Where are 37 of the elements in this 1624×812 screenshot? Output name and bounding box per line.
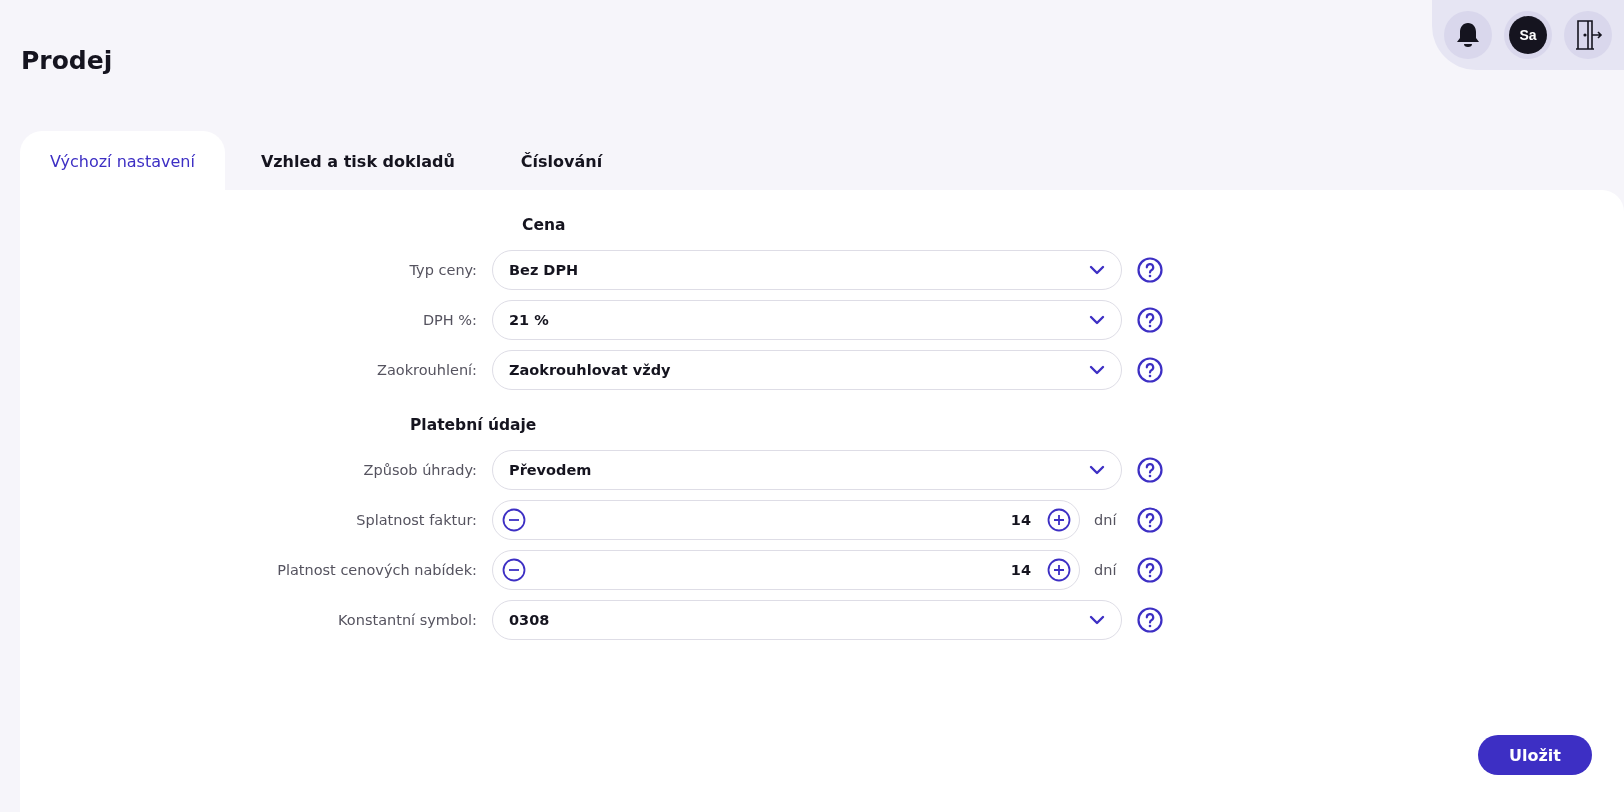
- help-icon[interactable]: [1137, 507, 1163, 533]
- unit-label: dní: [1094, 562, 1117, 578]
- help-icon[interactable]: [1137, 457, 1163, 483]
- help-icon[interactable]: [1137, 607, 1163, 633]
- bell-icon: [1455, 21, 1481, 49]
- chevron-down-icon: [1089, 615, 1105, 625]
- field-label: Způsob úhrady:: [362, 462, 478, 478]
- field-label: Konstantní symbol:: [337, 612, 478, 628]
- tab[interactable]: Vzhled a tisk dokladů: [230, 131, 485, 191]
- unit-label: dní: [1094, 512, 1117, 528]
- logout-button[interactable]: [1564, 11, 1612, 59]
- field-label: Platnost cenových nabídek:: [276, 562, 478, 578]
- section-heading: Platební údaje: [410, 416, 538, 434]
- minus-button-icon[interactable]: [502, 558, 526, 582]
- chevron-down-icon: [1089, 265, 1105, 275]
- plus-button-icon[interactable]: [1047, 508, 1071, 532]
- help-icon[interactable]: [1137, 357, 1163, 383]
- help-icon[interactable]: [1137, 257, 1163, 283]
- field-label: Zaokrouhlení:: [375, 362, 478, 378]
- door-exit-icon: [1573, 19, 1603, 51]
- minus-button-icon[interactable]: [502, 508, 526, 532]
- chevron-down-icon: [1089, 465, 1105, 475]
- save-button[interactable]: Uložit: [1478, 735, 1592, 775]
- help-icon[interactable]: [1137, 557, 1163, 583]
- section-heading: Cena: [522, 216, 567, 234]
- tab[interactable]: Číslování: [490, 131, 633, 191]
- field-label: Splatnost faktur:: [355, 512, 478, 528]
- page-title: Prodej: [21, 46, 113, 75]
- chevron-down-icon: [1089, 315, 1105, 325]
- tab[interactable]: Výchozí nastavení: [20, 131, 225, 191]
- chevron-down-icon: [1089, 365, 1105, 375]
- field-label: Typ ceny:: [408, 262, 478, 278]
- user-avatar-button[interactable]: Sa: [1504, 11, 1552, 59]
- help-icon[interactable]: [1137, 307, 1163, 333]
- notifications-button[interactable]: [1444, 11, 1492, 59]
- plus-button-icon[interactable]: [1047, 558, 1071, 582]
- field-label: DPH %:: [421, 312, 478, 328]
